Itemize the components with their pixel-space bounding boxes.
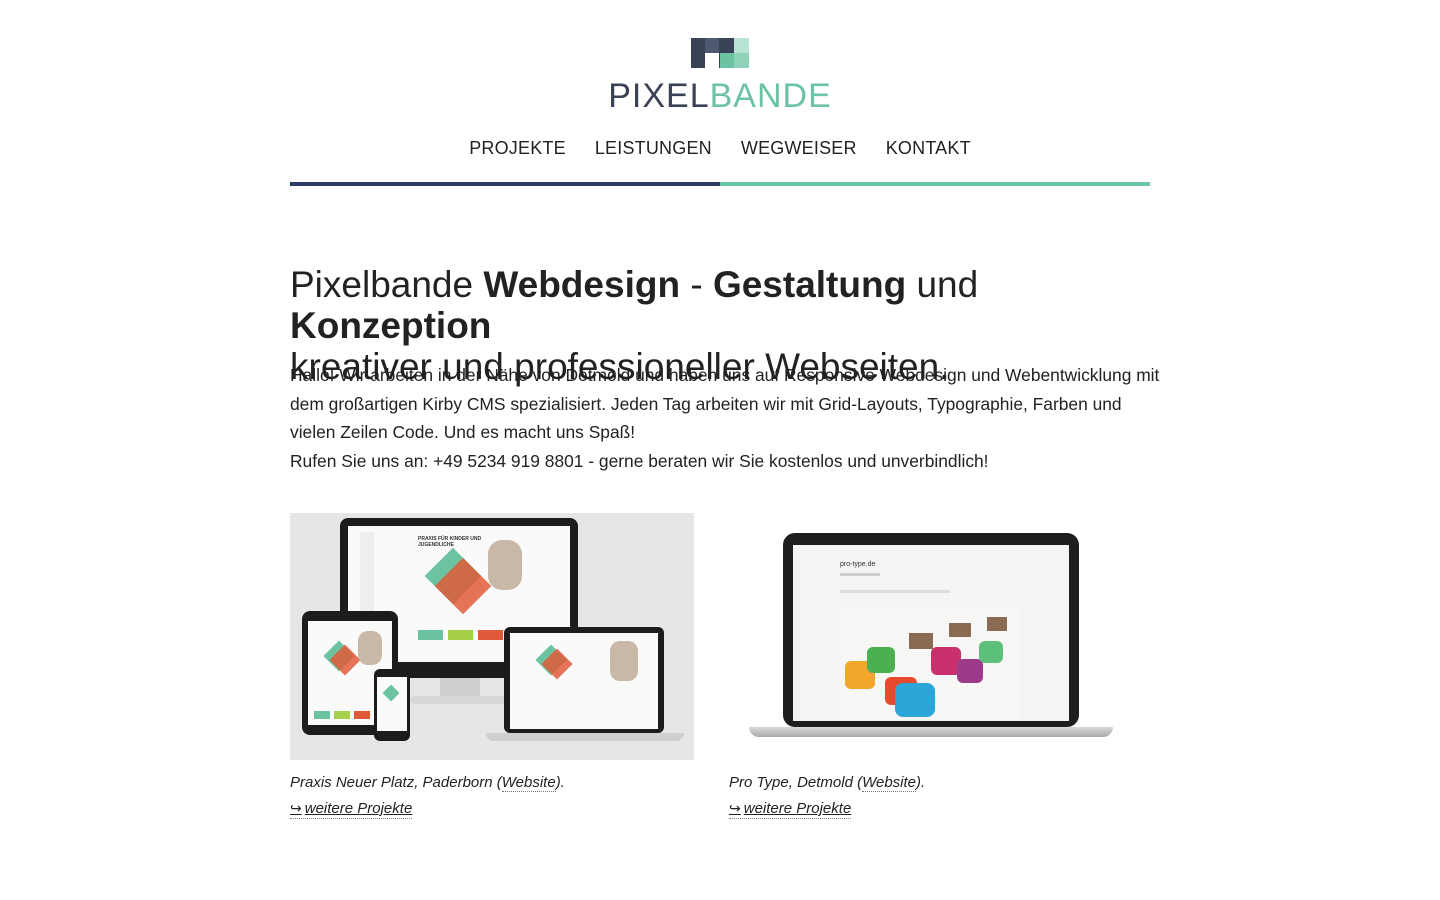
website-link[interactable]: Website <box>862 774 917 792</box>
headline-bold-konzeption: Konzeption <box>290 305 492 346</box>
project-card-protype: pro-type.de Pro Type, Detmold (Website).… <box>729 513 1133 819</box>
laptop-device: pro-type.de <box>783 533 1079 727</box>
nav-divider-navy <box>290 182 720 186</box>
project-caption: Pro Type, Detmold (Website). <box>729 774 1133 792</box>
nav-item-wegweiser[interactable]: WEGWEISER <box>741 138 857 159</box>
nav-divider-green <box>720 182 1150 186</box>
logo-text-bande: BANDE <box>709 77 832 115</box>
project-card-praxis: PRAXIS FÜR KINDER UND JUGENDLICHE Praxis… <box>290 513 694 819</box>
main-nav: PROJEKTE LEISTUNGEN WEGWEISER KONTAKT <box>290 138 1150 159</box>
caption-text: Praxis Neuer Platz, Paderborn ( <box>290 774 502 791</box>
logo-wordmark: PIXELBANDE <box>290 78 1150 114</box>
headline-bold-webdesign: Webdesign <box>483 264 681 305</box>
laptop-device <box>504 627 664 733</box>
nav-item-leistungen[interactable]: LEISTUNGEN <box>595 138 712 159</box>
more-projects-link[interactable]: ↪ weitere Projekte <box>729 800 852 819</box>
headline-text: und <box>906 264 979 305</box>
headline-text: Pixelbande <box>290 264 484 305</box>
caption-end: ). <box>916 774 926 791</box>
intro-text: Hallo! Wir arbeiten in der Nähe von Detm… <box>290 361 1160 475</box>
return-arrow-icon: ↪ <box>290 800 302 816</box>
return-arrow-icon: ↪ <box>729 800 741 816</box>
website-link[interactable]: Website <box>501 774 556 792</box>
product-photo <box>839 607 1021 719</box>
more-projects-label: weitere Projekte <box>304 800 413 817</box>
logo-text-pixel: PIXEL <box>608 77 710 115</box>
nav-item-projekte[interactable]: PROJEKTE <box>469 138 566 159</box>
headline-text: - <box>680 264 713 305</box>
nav-item-kontakt[interactable]: KONTAKT <box>886 138 971 159</box>
screen-title-protype: pro-type.de <box>840 561 876 568</box>
more-projects-label: weitere Projekte <box>743 800 852 817</box>
caption-text: Pro Type, Detmold ( <box>729 774 863 791</box>
intro-paragraph: Hallo! Wir arbeiten in der Nähe von Detm… <box>290 365 1160 442</box>
logo-mark-icon <box>691 38 749 68</box>
phone-device <box>374 669 410 741</box>
headline-bold-gestaltung: Gestaltung <box>712 264 907 305</box>
more-projects-link[interactable]: ↪ weitere Projekte <box>290 800 413 819</box>
site-logo[interactable]: PIXELBANDE <box>290 38 1150 114</box>
intro-phone-line: Rufen Sie uns an: +49 5234 919 8801 - ge… <box>290 450 989 471</box>
project-caption: Praxis Neuer Platz, Paderborn (Website). <box>290 774 694 792</box>
caption-end: ). <box>555 774 565 791</box>
project-image-praxis[interactable]: PRAXIS FÜR KINDER UND JUGENDLICHE <box>290 513 694 760</box>
project-image-protype[interactable]: pro-type.de <box>729 513 1133 760</box>
